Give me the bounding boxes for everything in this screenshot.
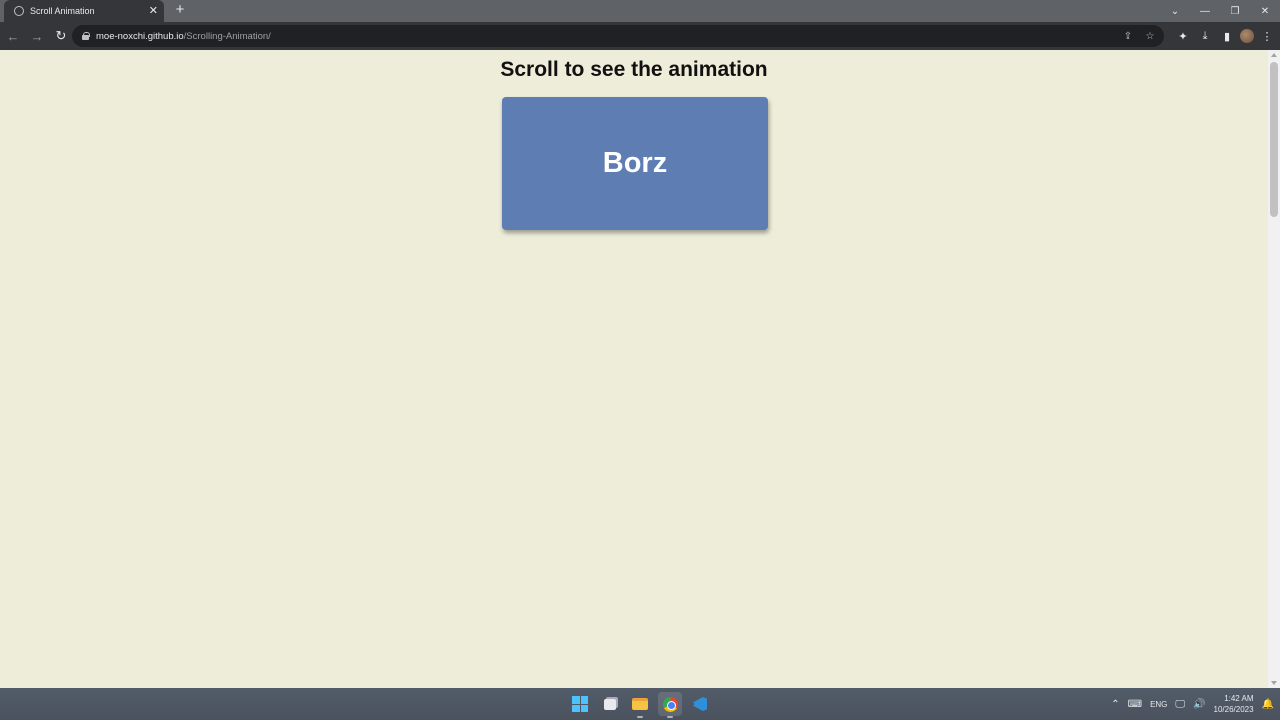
browser-titlebar: Scroll Animation ✕ + ⌄ — ❐ ✕ [0, 0, 1280, 22]
running-indicator [637, 716, 643, 718]
vscode-icon [693, 697, 707, 711]
forward-icon[interactable]: → [26, 25, 48, 47]
chrome-icon [662, 696, 678, 712]
browser-toolbar: ← → ↻ moe-noxchi.github.io /Scrolling-An… [0, 22, 1280, 50]
browser-tab[interactable]: Scroll Animation ✕ [4, 0, 164, 22]
url-path: /Scrolling-Animation/ [183, 30, 271, 42]
box-label: Borz [602, 147, 668, 179]
download-icon[interactable]: ⤓ [1196, 25, 1214, 47]
show-hidden-icons-chevron-icon[interactable]: ⌃ [1111, 699, 1119, 710]
tab-search-icon[interactable]: ⌄ [1160, 0, 1190, 22]
profile-avatar[interactable] [1240, 29, 1254, 43]
window-controls: ⌄ — ❐ ✕ [1160, 0, 1280, 22]
clock-date: 10/26/2023 [1213, 705, 1254, 714]
chrome-taskbar-button[interactable] [658, 692, 682, 718]
page-heading: Scroll to see the animation [500, 58, 768, 81]
clock[interactable]: 1:42 AM 10/26/2023 [1214, 693, 1254, 715]
tab-title: Scroll Animation [30, 6, 95, 16]
start-button[interactable] [568, 692, 592, 716]
scroll-up-arrow-icon[interactable] [1271, 53, 1277, 57]
windows-taskbar: ⌃ ⌨ ENG 🖵 🔊 1:42 AM 10/26/2023 🔔 [0, 688, 1280, 720]
tab-close-icon[interactable]: ✕ [149, 5, 158, 17]
new-tab-button[interactable]: + [172, 2, 188, 18]
share-icon[interactable]: ⇪ [1120, 28, 1136, 44]
url-host: moe-noxchi.github.io [96, 30, 184, 42]
system-tray: ⌃ ⌨ ENG 🖵 🔊 1:42 AM 10/26/2023 🔔 [1111, 688, 1274, 720]
close-window-icon[interactable]: ✕ [1250, 0, 1280, 22]
volume-icon[interactable]: 🔊 [1193, 699, 1205, 710]
page-viewport: Scroll to see the animation Borz [0, 50, 1268, 688]
scrollbar-thumb[interactable] [1270, 62, 1278, 217]
notification-bell-icon[interactable]: 🔔 [1262, 699, 1274, 710]
task-view-icon [604, 698, 616, 710]
reload-icon[interactable]: ↻ [50, 25, 72, 47]
vertical-scrollbar[interactable] [1268, 50, 1280, 688]
animated-box: Borz [502, 97, 768, 230]
menu-kebab-icon[interactable]: ⋮ [1258, 25, 1276, 47]
restore-icon[interactable]: ❐ [1220, 0, 1250, 22]
scroll-down-arrow-icon[interactable] [1271, 681, 1277, 685]
back-icon[interactable]: ← [2, 25, 24, 47]
windows-logo-icon [572, 696, 588, 712]
folder-icon [632, 698, 648, 710]
side-panel-icon[interactable]: ▮ [1218, 25, 1236, 47]
keyboard-icon[interactable]: ⌨ [1128, 699, 1142, 710]
language-indicator[interactable]: ENG [1150, 700, 1167, 709]
clock-time: 1:42 AM [1224, 694, 1254, 703]
minimize-icon[interactable]: — [1190, 0, 1220, 22]
network-icon[interactable]: 🖵 [1175, 699, 1185, 710]
vscode-taskbar-button[interactable] [688, 692, 712, 716]
bookmark-star-icon[interactable]: ☆ [1142, 28, 1158, 44]
address-bar[interactable]: moe-noxchi.github.io /Scrolling-Animatio… [72, 25, 1164, 47]
globe-icon [14, 6, 24, 16]
running-indicator [667, 716, 673, 718]
lock-icon[interactable] [82, 32, 90, 40]
file-explorer-button[interactable] [628, 692, 652, 718]
task-view-button[interactable] [598, 692, 622, 716]
extensions-icon[interactable]: ✦ [1174, 25, 1192, 47]
